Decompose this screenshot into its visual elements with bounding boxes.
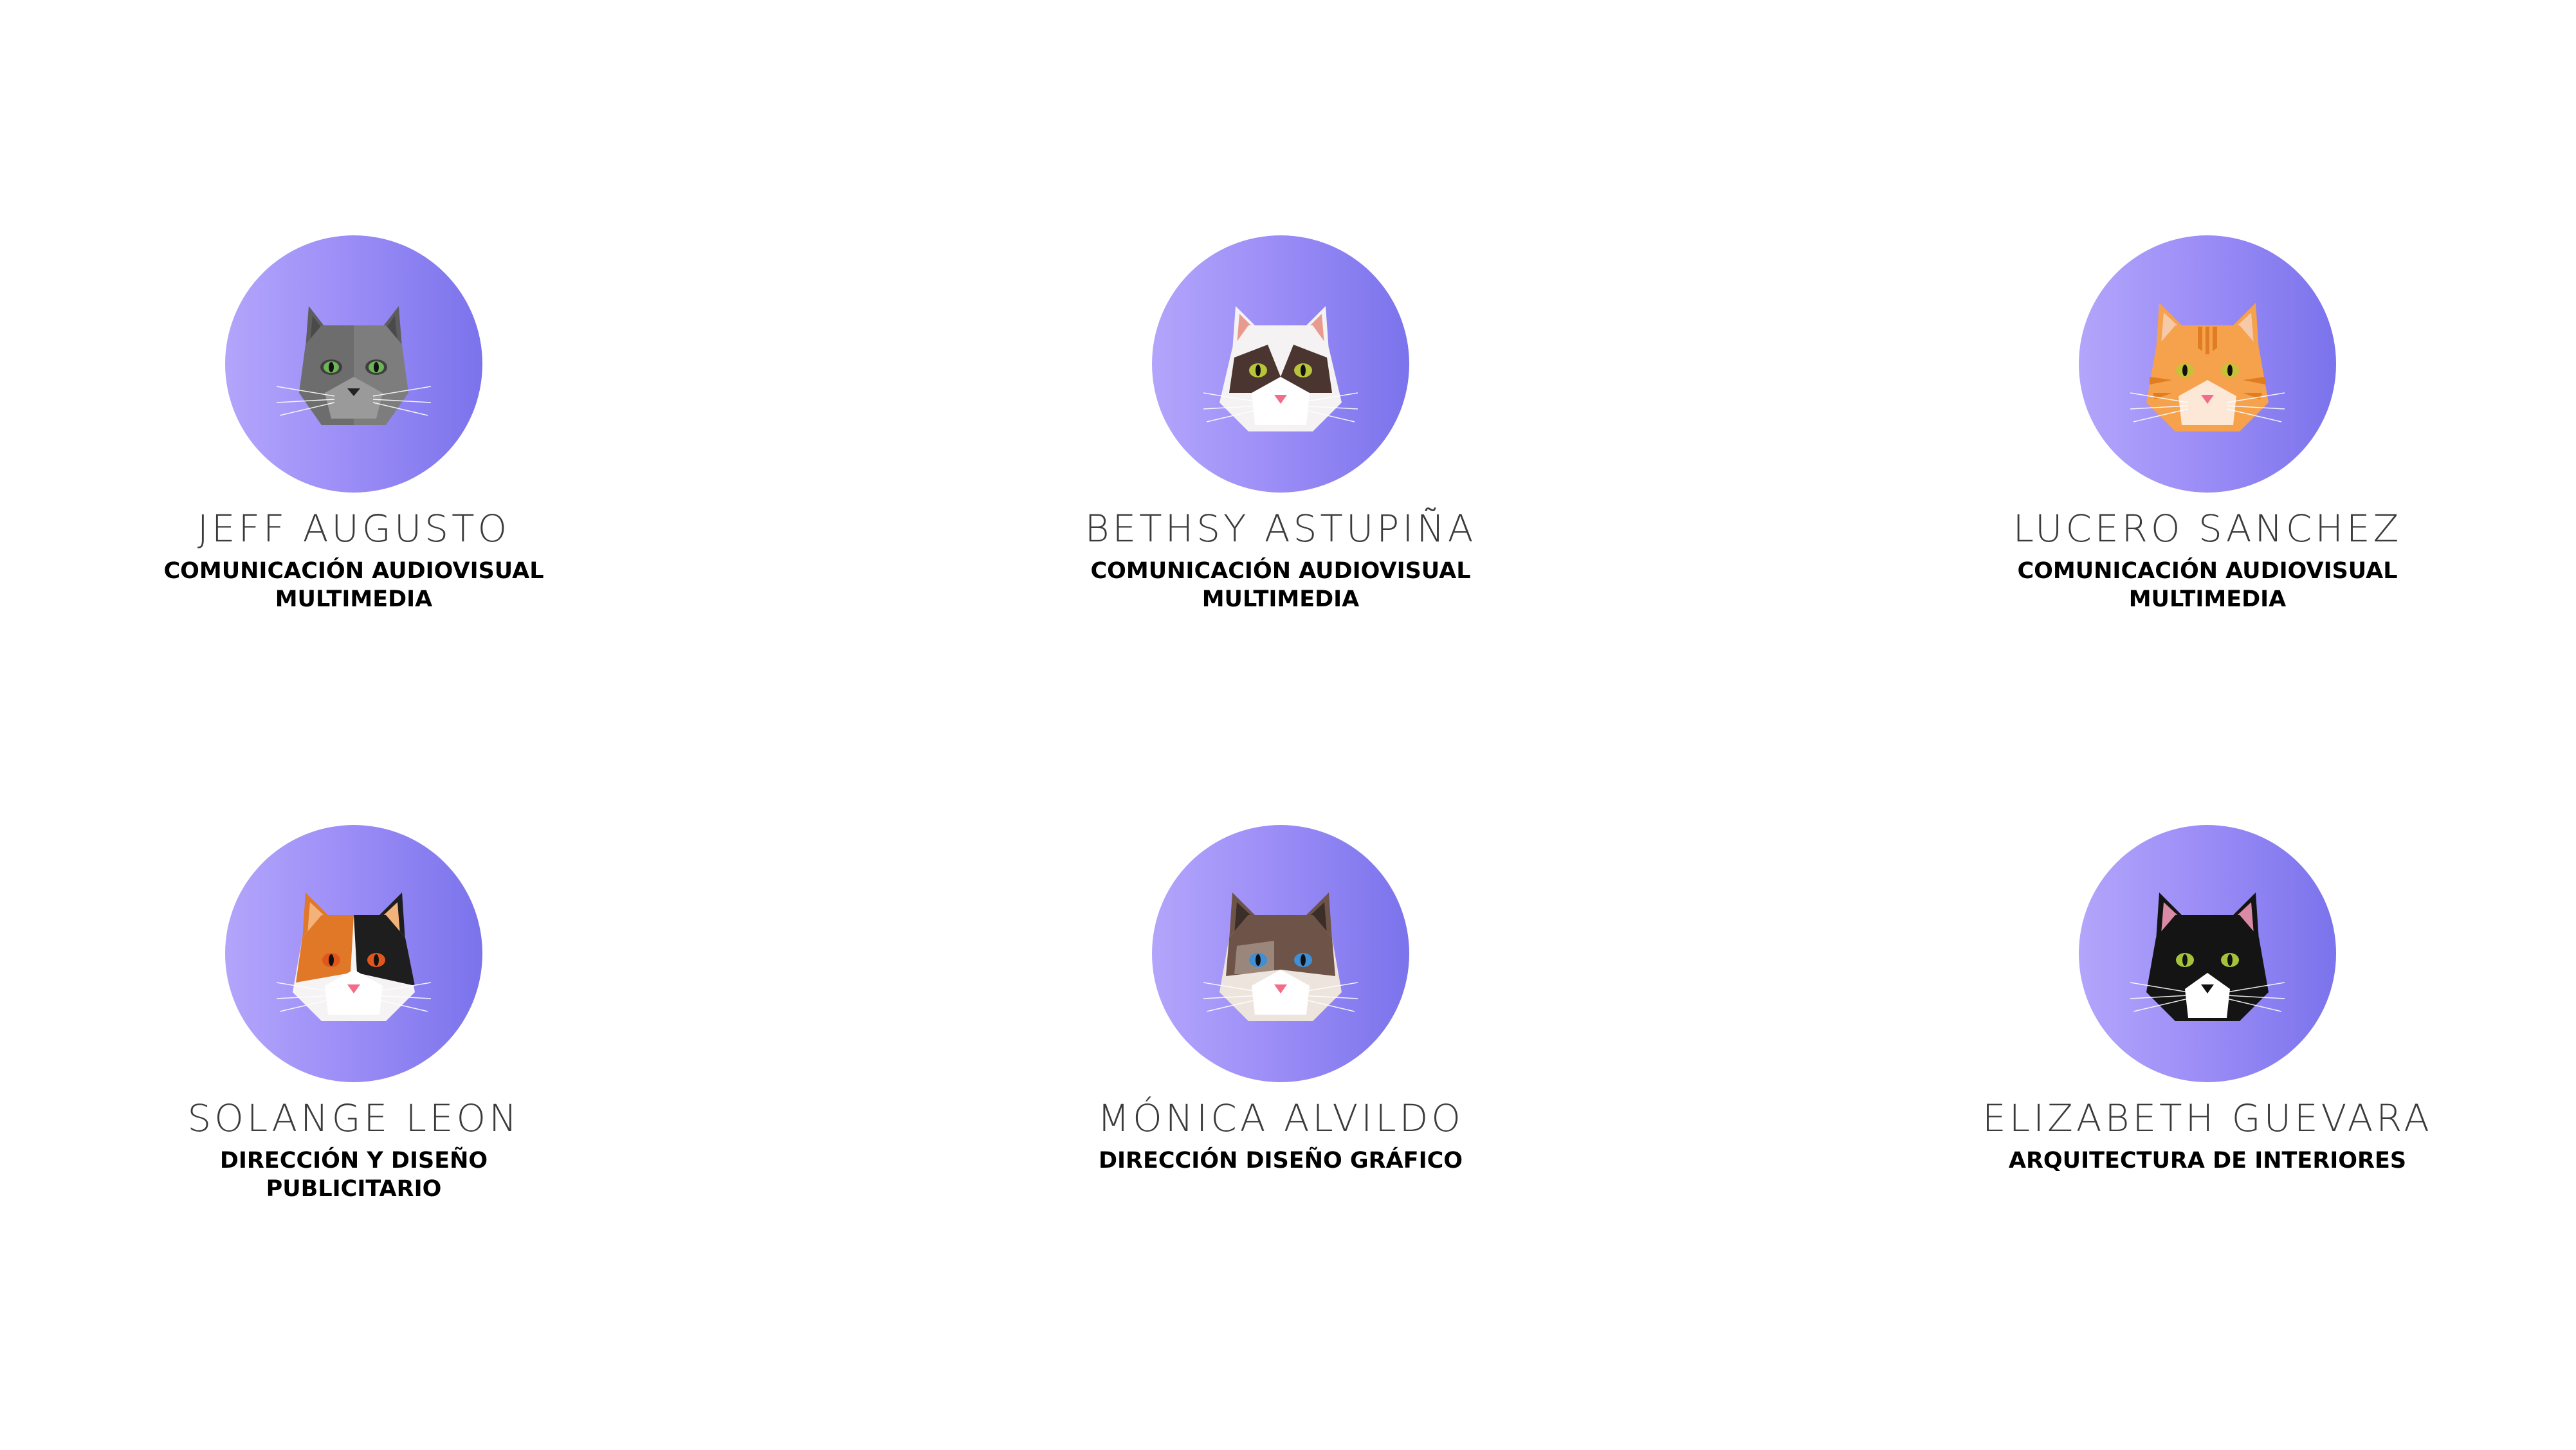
career-line: COMUNICACIÓN AUDIOVISUAL — [2017, 558, 2398, 584]
team-member-card: SOLANGE LEON DIRECCIÓN Y DISEÑO PUBLICIT… — [32, 825, 675, 1203]
member-career: ARQUITECTURA DE INTERIORES — [2009, 1146, 2406, 1175]
member-name: LUCERO SANCHEZ — [2013, 507, 2402, 550]
career-line: PUBLICITARIO — [266, 1176, 442, 1202]
member-career: COMUNICACIÓN AUDIOVISUAL MULTIMEDIA — [2017, 557, 2397, 613]
black-tuxedo-cat-icon — [2130, 893, 2285, 1021]
brown-mask-blue-eye-cat-icon — [1203, 893, 1358, 1021]
avatar — [1152, 825, 1409, 1082]
member-career: COMUNICACIÓN AUDIOVISUAL MULTIMEDIA — [163, 557, 544, 613]
member-career: COMUNICACIÓN AUDIOVISUAL MULTIMEDIA — [1090, 557, 1470, 613]
career-line: MULTIMEDIA — [275, 586, 433, 612]
member-name: MÓNICA ALVILDO — [1097, 1096, 1464, 1140]
career-line: DIRECCIÓN DISEÑO GRÁFICO — [1098, 1148, 1463, 1174]
avatar — [1152, 235, 1409, 493]
team-member-card: LUCERO SANCHEZ COMUNICACIÓN AUDIOVISUAL … — [1886, 235, 2529, 613]
career-line: DIRECCIÓN Y DISEÑO — [219, 1148, 488, 1174]
team-member-card: ELIZABETH GUEVARA ARQUITECTURA DE INTERI… — [1886, 825, 2529, 1175]
team-member-card: JEFF AUGUSTO COMUNICACIÓN AUDIOVISUAL MU… — [32, 235, 675, 613]
team-member-card: MÓNICA ALVILDO DIRECCIÓN DISEÑO GRÁFICO — [959, 825, 1602, 1175]
avatar — [225, 235, 482, 493]
career-line: COMUNICACIÓN AUDIOVISUAL — [163, 558, 544, 584]
member-career: DIRECCIÓN DISEÑO GRÁFICO — [1099, 1146, 1463, 1175]
member-name: JEFF AUGUSTO — [197, 507, 511, 550]
orange-tabby-cat-icon — [2130, 303, 2285, 431]
gray-cat-icon — [276, 306, 432, 425]
team-member-card: BETHSY ASTUPIÑA COMUNICACIÓN AUDIOVISUAL… — [959, 235, 1602, 613]
member-name: SOLANGE LEON — [187, 1096, 520, 1140]
career-line: ARQUITECTURA DE INTERIORES — [2008, 1148, 2407, 1174]
avatar — [2079, 235, 2336, 493]
calico-cat-icon — [276, 893, 432, 1021]
avatar — [2079, 825, 2336, 1082]
white-brown-mask-cat-icon — [1203, 306, 1358, 431]
career-line: COMUNICACIÓN AUDIOVISUAL — [1090, 558, 1471, 584]
member-career: DIRECCIÓN Y DISEÑO PUBLICITARIO — [220, 1146, 488, 1203]
avatar — [225, 825, 482, 1082]
member-name: BETHSY ASTUPIÑA — [1084, 507, 1477, 550]
career-line: MULTIMEDIA — [2128, 586, 2287, 612]
member-name: ELIZABETH GUEVARA — [1982, 1096, 2433, 1140]
career-line: MULTIMEDIA — [1201, 586, 1360, 612]
